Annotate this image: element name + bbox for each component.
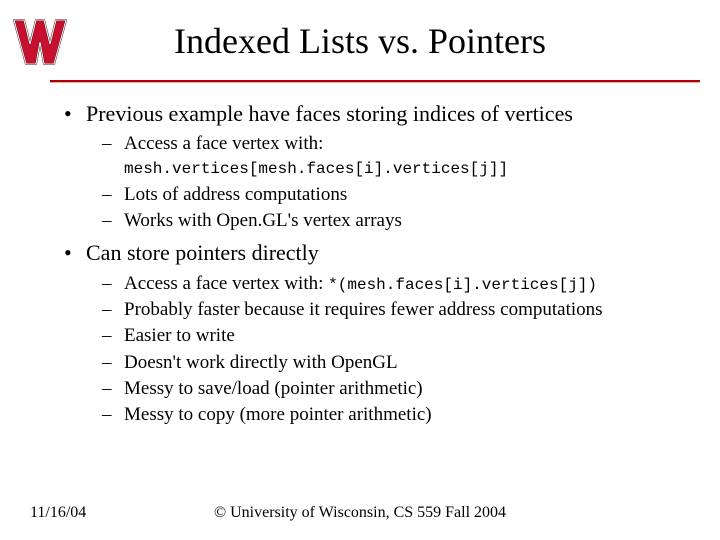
slide-content: Previous example have faces storing indi… — [60, 100, 690, 429]
sub-access-index: Access a face vertex with: mesh.vertices… — [102, 132, 690, 181]
sub-text: Access a face vertex with: — [124, 133, 323, 154]
sub-messy-save: Messy to save/load (pointer arithmetic) — [102, 377, 690, 401]
footer-copyright: © University of Wisconsin, CS 559 Fall 2… — [30, 504, 690, 522]
slide-title: Indexed Lists vs. Pointers — [0, 20, 720, 62]
sub-works-opengl: Works with Open.GL's vertex arrays — [102, 209, 690, 233]
sub-lots-address: Lots of address computations — [102, 183, 690, 207]
footer-date: 11/16/04 — [30, 504, 86, 522]
bullet-pointers: Can store pointers directly — [60, 239, 690, 267]
sub-no-opengl: Doesn't work directly with OpenGL — [102, 351, 690, 375]
bullet-text: Previous example have faces storing indi… — [86, 101, 573, 126]
sub-access-pointer: Access a face vertex with: *(mesh.faces[… — [102, 272, 690, 296]
slide-footer: 11/16/04 © University of Wisconsin, CS 5… — [30, 504, 690, 522]
sub-easier: Easier to write — [102, 324, 690, 348]
slide: Indexed Lists vs. Pointers Previous exam… — [0, 0, 720, 540]
title-underline — [50, 80, 700, 83]
sub-faster: Probably faster because it requires fewe… — [102, 298, 690, 322]
bullet-previous-example: Previous example have faces storing indi… — [60, 100, 690, 128]
code-index-access: mesh.vertices[mesh.faces[i].vertices[j]] — [124, 160, 508, 178]
sub-text: Access a face vertex with: — [124, 273, 328, 294]
code-pointer-access: *(mesh.faces[i].vertices[j]) — [328, 276, 597, 294]
sub-messy-copy: Messy to copy (more pointer arithmetic) — [102, 403, 690, 427]
bullet-text: Can store pointers directly — [86, 240, 319, 265]
